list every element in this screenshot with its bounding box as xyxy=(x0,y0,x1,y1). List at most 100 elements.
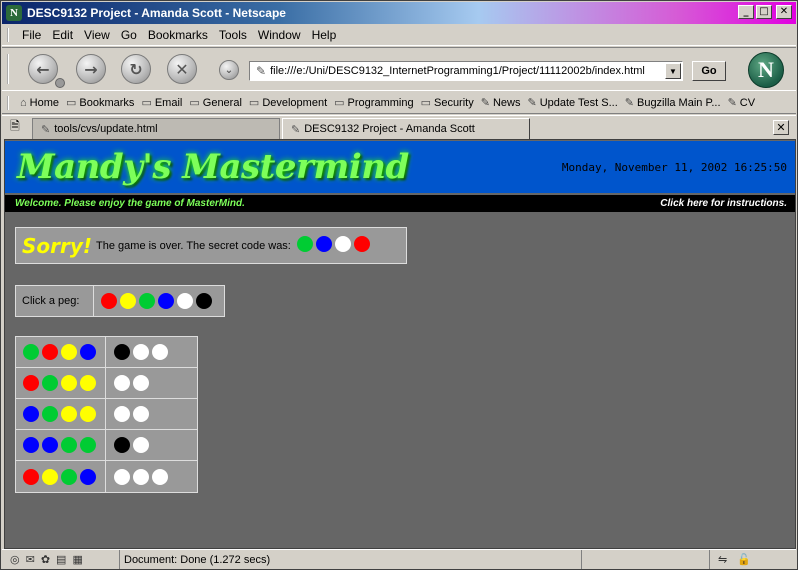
composer-icon[interactable]: ✿ xyxy=(41,553,50,566)
bookmark-folder-email[interactable]: ▭ Email xyxy=(141,96,182,110)
instructions-link[interactable]: Click here for instructions. xyxy=(660,198,787,209)
page-icon: ✎ xyxy=(41,123,51,136)
menu-go[interactable]: Go xyxy=(121,28,137,42)
guess-peg xyxy=(61,344,77,360)
menu-view[interactable]: View xyxy=(84,28,110,42)
addressbook-icon[interactable]: ▤ xyxy=(56,553,66,566)
peg-choice[interactable] xyxy=(101,293,117,309)
score-peg xyxy=(133,437,149,453)
bookmark-update-test[interactable]: ✎ Update Test S... xyxy=(527,96,617,110)
tab-update[interactable]: ✎ tools/cvs/update.html xyxy=(32,118,280,139)
window-title: DESC9132 Project - Amanda Scott - Netsca… xyxy=(27,6,286,20)
navigation-toolbar: ← → ↻ ✕ ⌄ ✎ file:///e:/Uni/DESC9132_Inte… xyxy=(2,47,796,91)
welcome-bar: Welcome. Please enjoy the game of Master… xyxy=(5,195,795,212)
menu-bookmarks[interactable]: Bookmarks xyxy=(148,28,208,42)
bookmark-icon: ✎ xyxy=(624,97,634,109)
url-history-button[interactable]: ⌄ xyxy=(219,60,239,80)
page-icon: ✎ xyxy=(256,64,267,78)
folder-icon: ▭ xyxy=(66,97,77,109)
close-tab-button[interactable]: ✕ xyxy=(773,120,789,135)
toolbar-grip[interactable] xyxy=(7,96,15,110)
guess-score xyxy=(106,399,197,429)
score-peg xyxy=(114,375,130,391)
bookmark-home[interactable]: ⌂ Home xyxy=(20,97,59,109)
guess-score xyxy=(106,337,197,367)
bookmark-cv[interactable]: ✎ CV xyxy=(728,96,756,110)
bookmark-folder-general[interactable]: ▭ General xyxy=(189,96,242,110)
stop-button[interactable]: ✕ xyxy=(167,54,197,84)
peg-choice[interactable] xyxy=(120,293,136,309)
guess-pegs xyxy=(16,337,106,367)
bookmark-folder-bookmarks[interactable]: ▭ Bookmarks xyxy=(66,96,134,110)
guess-score xyxy=(106,461,197,492)
bookmark-folder-programming[interactable]: ▭ Programming xyxy=(334,96,413,110)
peg-choice[interactable] xyxy=(196,293,212,309)
tab-desc9132[interactable]: ✎ DESC9132 Project - Amanda Scott xyxy=(282,118,530,139)
guess-score xyxy=(106,430,197,460)
score-peg xyxy=(133,468,149,485)
menu-edit[interactable]: Edit xyxy=(52,28,73,42)
title-bar[interactable]: N DESC9132 Project - Amanda Scott - Nets… xyxy=(2,2,796,24)
netscape-logo[interactable]: N xyxy=(748,52,784,88)
close-icon: ✕ xyxy=(776,121,786,134)
menu-help[interactable]: Help xyxy=(312,28,337,42)
new-tab-button[interactable]: 🗎 xyxy=(6,119,24,136)
menu-bar: File Edit View Go Bookmarks Tools Window… xyxy=(2,24,796,46)
bookmark-folder-development[interactable]: ▭ Development xyxy=(248,96,327,110)
go-button[interactable]: Go xyxy=(692,61,726,81)
menu-window[interactable]: Window xyxy=(258,28,301,42)
game-over-message: The game is over. The secret code was: xyxy=(96,239,291,252)
score-peg xyxy=(114,344,130,360)
score-peg xyxy=(114,468,130,485)
bookmark-news[interactable]: ✎ News xyxy=(481,96,521,110)
notepad-icon[interactable]: ▦ xyxy=(72,553,82,566)
menu-file[interactable]: File xyxy=(22,28,41,42)
chevron-down-icon: ⌄ xyxy=(224,64,234,76)
mail-icon[interactable]: ✉ xyxy=(26,553,35,566)
maximize-button[interactable]: □ xyxy=(756,5,772,19)
toolbar-grip[interactable] xyxy=(7,54,15,84)
peg-choice[interactable] xyxy=(139,293,155,309)
window-controls: _ □ ✕ xyxy=(738,5,792,19)
guess-peg xyxy=(23,344,39,360)
score-peg xyxy=(133,375,149,391)
guess-pegs xyxy=(16,368,106,398)
url-field[interactable]: ✎ file:///e:/Uni/DESC9132_InternetProgra… xyxy=(249,61,683,81)
guess-peg xyxy=(23,468,39,485)
guess-peg xyxy=(80,468,96,485)
navigator-icon[interactable]: ◎ xyxy=(10,553,20,566)
netscape-app-icon: N xyxy=(6,5,22,21)
url-dropdown-button[interactable]: ▼ xyxy=(665,63,681,79)
peg-choice[interactable] xyxy=(177,293,193,309)
menu-tools[interactable]: Tools xyxy=(219,28,247,42)
reload-button[interactable]: ↻ xyxy=(121,54,151,84)
close-button[interactable]: ✕ xyxy=(776,5,792,19)
guess-peg xyxy=(61,437,77,453)
guess-row xyxy=(16,368,197,399)
page-icon: ✎ xyxy=(291,123,301,136)
welcome-text: Welcome. Please enjoy the game of Master… xyxy=(15,198,245,209)
folder-icon: ▭ xyxy=(248,97,260,109)
click-peg-label: Click a peg: xyxy=(16,286,94,316)
forward-button[interactable]: → xyxy=(76,54,106,84)
online-icon[interactable]: ⇋ xyxy=(718,553,727,566)
peg-choice[interactable] xyxy=(158,293,174,309)
back-button[interactable]: ← xyxy=(28,54,58,84)
browser-window: N DESC9132 Project - Amanda Scott - Nets… xyxy=(0,0,798,570)
security-lock-icon[interactable]: 🔓 xyxy=(737,553,751,566)
minimize-button[interactable]: _ xyxy=(738,5,754,19)
toolbar-grip[interactable] xyxy=(7,28,15,42)
score-peg xyxy=(152,468,168,485)
bookmark-folder-security[interactable]: ▭ Security xyxy=(421,96,474,110)
guess-row xyxy=(16,461,197,492)
guess-row xyxy=(16,430,197,461)
guess-score xyxy=(106,368,197,398)
arrow-left-icon: ← xyxy=(36,59,50,79)
tab-label: DESC9132 Project - Amanda Scott xyxy=(304,123,475,135)
secret-peg xyxy=(334,236,351,252)
guess-pegs xyxy=(16,399,106,429)
bookmark-bugzilla[interactable]: ✎ Bugzilla Main P... xyxy=(624,96,721,110)
secret-peg xyxy=(315,236,332,252)
guess-peg xyxy=(61,406,77,422)
back-history-dropdown[interactable] xyxy=(55,78,65,88)
